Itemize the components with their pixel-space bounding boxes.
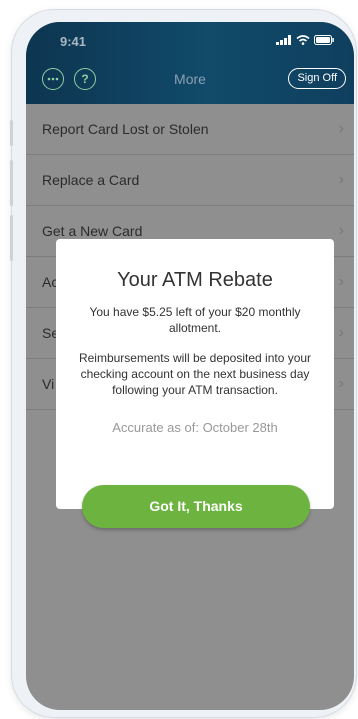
reimbursement-text: Reimbursements will be deposited into yo… (78, 351, 312, 397)
menu-item-label: Vi (42, 376, 55, 392)
menu-item-label: Get a New Card (42, 223, 143, 239)
atm-rebate-dialog: Your ATM Rebate You have $5.25 left of y… (56, 239, 334, 509)
chevron-right-icon: › (338, 222, 344, 239)
chevron-right-icon: › (338, 324, 344, 341)
phone-side-button (10, 215, 13, 261)
status-time: 9:41 (60, 34, 87, 49)
phone-side-button (10, 120, 13, 146)
battery-icon (314, 35, 334, 45)
status-icons (276, 35, 334, 45)
chevron-right-icon: › (338, 120, 344, 137)
chevron-right-icon: › (338, 273, 344, 290)
allotment-text: You have $5.25 left of your $20 monthly … (89, 305, 301, 335)
chevron-right-icon: › (338, 375, 344, 392)
accuracy-date: Accurate as of: October 28th (112, 420, 278, 435)
dialog-title: Your ATM Rebate (117, 269, 273, 291)
signal-icon (276, 35, 291, 45)
app-header: 9:41 ? More Sign Off (26, 22, 354, 104)
menu-item-label: Replace a Card (42, 172, 140, 188)
menu-item-report-card[interactable]: Report Card Lost or Stolen › (26, 104, 354, 155)
app-screen: 9:41 ? More Sign Off Report Card Lost or… (26, 22, 354, 710)
chevron-right-icon: › (338, 171, 344, 188)
menu-item-replace-card[interactable]: Replace a Card › (26, 155, 354, 206)
sign-off-button[interactable]: Sign Off (288, 68, 346, 89)
menu-item-label: Report Card Lost or Stolen (42, 121, 209, 137)
got-it-thanks-button[interactable]: Got It, Thanks (82, 485, 310, 528)
phone-side-button (10, 160, 13, 206)
wifi-icon (296, 35, 310, 45)
